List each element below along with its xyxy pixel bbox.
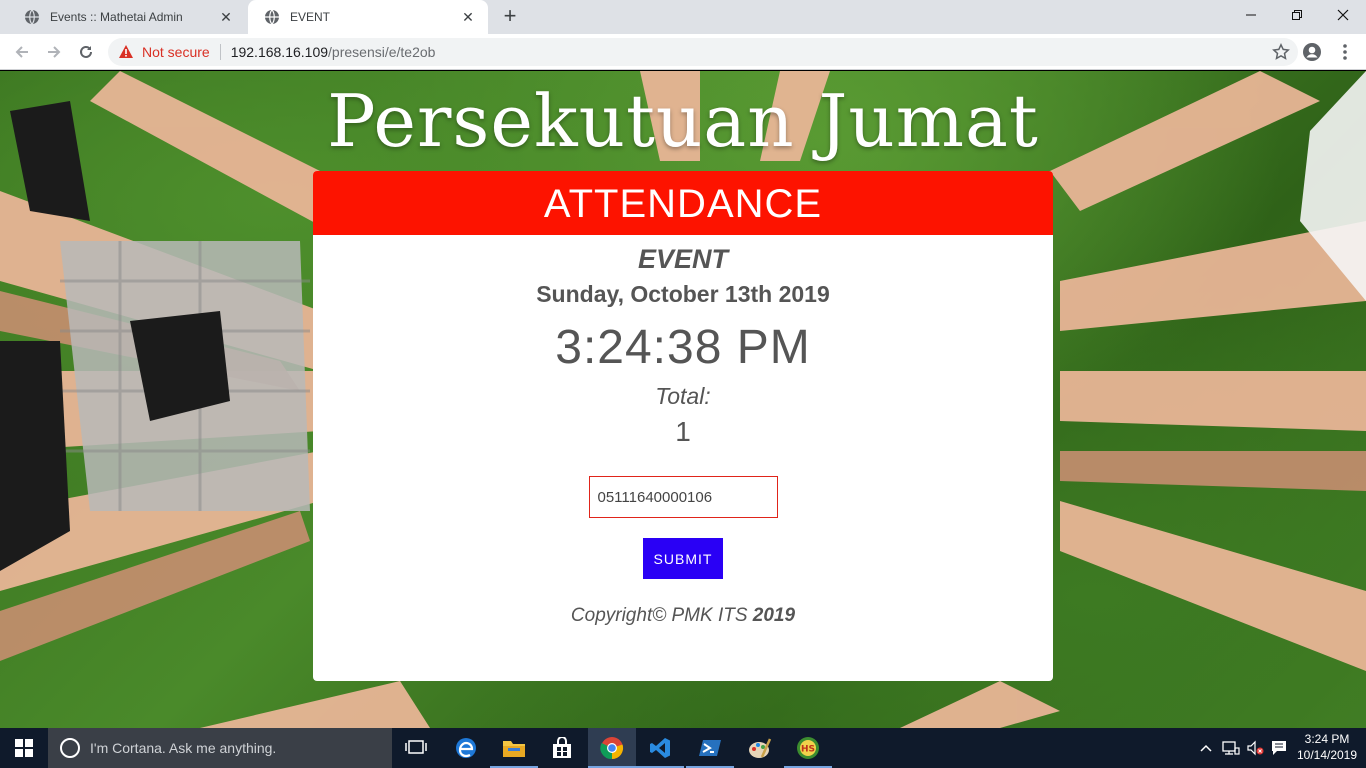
task-view-icon [405, 740, 427, 754]
vscode-button[interactable] [636, 728, 684, 768]
edge-button[interactable] [442, 728, 490, 768]
account-icon[interactable] [1302, 42, 1322, 62]
url-field[interactable]: Not secure 192.168.16.109/presensi/e/te2… [108, 38, 1298, 66]
action-center-button[interactable] [1268, 728, 1290, 768]
volume-button[interactable] [1244, 728, 1266, 768]
clock-date: 10/14/2019 [1296, 748, 1358, 762]
file-explorer-button[interactable] [490, 728, 538, 768]
site-title: Persekutuan Jumat [327, 79, 1039, 163]
globe-icon [265, 9, 279, 25]
task-view-button[interactable] [392, 728, 440, 768]
page-content: Persekutuan Jumat ATTENDANCE EVENT Sunda… [0, 71, 1366, 728]
hs-app-icon: HS [797, 737, 819, 759]
vscode-icon [650, 738, 670, 758]
system-clock[interactable]: 3:24 PM 10/14/2019 [1292, 731, 1362, 763]
close-icon[interactable]: ✕ [218, 9, 234, 25]
search-placeholder: I'm Cortana. Ask me anything. [90, 740, 277, 756]
globe-icon [25, 9, 39, 25]
reload-icon [80, 45, 92, 58]
minimize-icon [1246, 14, 1256, 16]
paint-icon [749, 738, 772, 758]
reload-button[interactable] [74, 40, 98, 64]
copyright-year: 2019 [752, 605, 796, 626]
address-bar: Not secure 192.168.16.109/presensi/e/te2… [0, 34, 1366, 70]
start-button[interactable] [0, 728, 48, 768]
tab-events-admin[interactable]: Events :: Mathetai Admin ✕ [8, 0, 246, 34]
menu-icon[interactable] [1336, 42, 1354, 62]
security-status[interactable]: Not secure [142, 44, 210, 60]
store-icon [553, 737, 571, 758]
restore-icon [1292, 10, 1302, 20]
close-icon[interactable]: ✕ [460, 9, 476, 25]
attendance-header: ATTENDANCE [313, 171, 1053, 235]
show-hidden-icons-button[interactable] [1196, 728, 1216, 768]
edge-icon [456, 738, 476, 758]
url-path: /presensi/e/te2ob [328, 44, 436, 60]
notification-icon [1272, 741, 1286, 755]
file-explorer-icon [503, 741, 525, 757]
windows-logo-icon [15, 739, 33, 757]
store-button[interactable] [538, 728, 586, 768]
paint-button[interactable] [736, 728, 784, 768]
clock-time: 3:24 PM [1304, 732, 1350, 746]
powershell-icon [699, 740, 721, 756]
event-date: Sunday, October 13th 2019 [536, 281, 830, 307]
bookmark-star-icon[interactable] [1272, 43, 1290, 61]
powershell-button[interactable] [686, 728, 734, 768]
network-button[interactable] [1220, 728, 1242, 768]
tab-title: Events :: Mathetai Admin [50, 10, 183, 24]
total-label: Total: [655, 383, 711, 409]
restore-button[interactable] [1274, 0, 1320, 30]
tab-event[interactable]: EVENT ✕ [248, 0, 488, 34]
minimize-button[interactable] [1228, 0, 1274, 30]
windows-taskbar: I'm Cortana. Ask me anything. HS 3:24 PM… [0, 728, 1366, 768]
browser-tab-bar: Events :: Mathetai Admin ✕ EVENT ✕ + [0, 0, 1366, 34]
window-close-button[interactable] [1320, 0, 1366, 30]
back-button[interactable] [10, 40, 34, 64]
hs-app-button[interactable]: HS [784, 728, 832, 768]
warning-icon [119, 45, 133, 58]
copyright: Copyright© PMK ITS 2019 [313, 605, 1053, 627]
arrow-left-icon [15, 46, 28, 58]
new-tab-button[interactable]: + [498, 5, 522, 29]
tab-title: EVENT [290, 10, 331, 24]
url-host: 192.168.16.109 [230, 44, 329, 60]
chrome-icon [600, 737, 624, 760]
divider [219, 44, 221, 60]
volume-muted-icon [1247, 740, 1264, 756]
nrp-input[interactable] [588, 476, 778, 518]
event-clock: 3:24:38 PM [555, 321, 811, 374]
close-icon [1337, 9, 1349, 21]
chevron-up-icon [1200, 744, 1212, 752]
forward-button[interactable] [42, 40, 66, 64]
copyright-text: Copyright© PMK ITS [570, 605, 753, 626]
network-icon [1222, 741, 1240, 755]
total-count: 1 [675, 416, 691, 447]
cortana-icon [60, 738, 80, 758]
event-name: EVENT [637, 244, 729, 274]
attendance-card: ATTENDANCE EVENT Sunday, October 13th 20… [313, 171, 1053, 681]
chrome-button[interactable] [588, 728, 636, 768]
submit-button[interactable]: SUBMIT [643, 538, 723, 579]
cortana-search-box[interactable]: I'm Cortana. Ask me anything. [48, 728, 392, 768]
arrow-right-icon [48, 46, 61, 58]
svg-text:HS: HS [801, 745, 815, 755]
